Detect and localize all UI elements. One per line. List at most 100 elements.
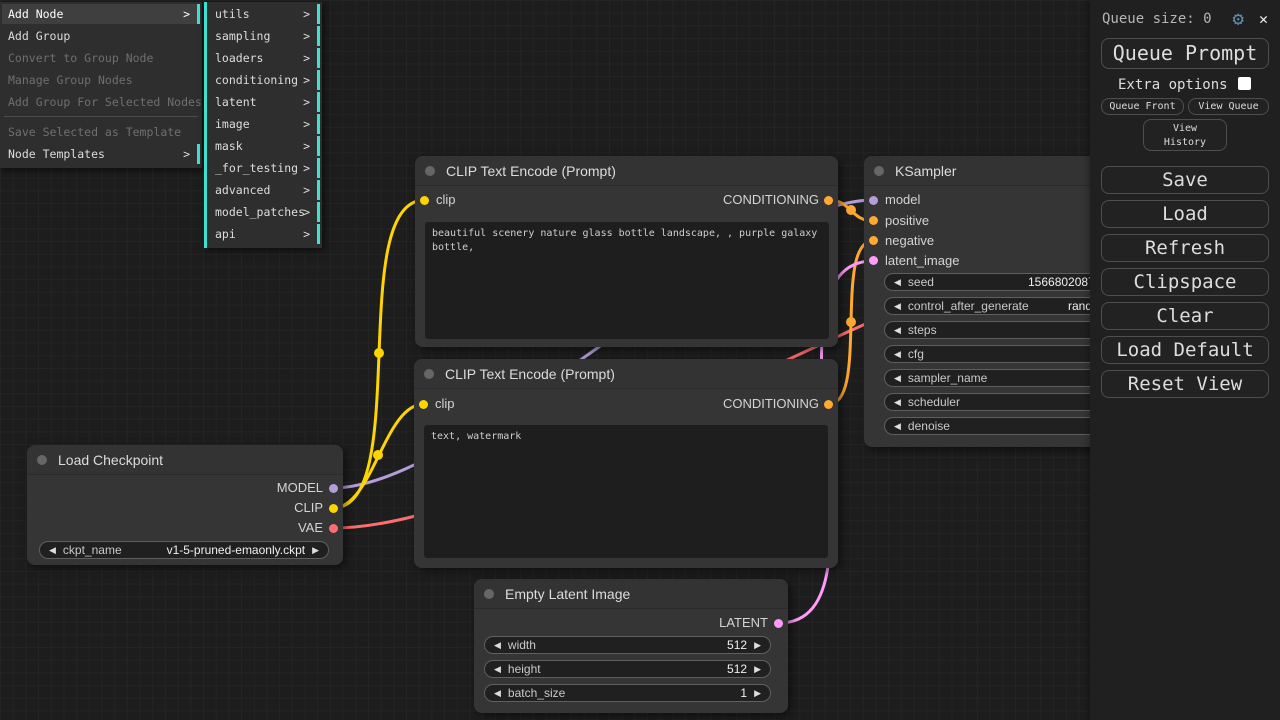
refresh-button[interactable]: Refresh — [1101, 234, 1269, 262]
load-default-button[interactable]: Load Default — [1101, 336, 1269, 364]
widget-ckpt-name[interactable]: ◀ ckpt_name v1-5-pruned-emaonly.ckpt ▶ — [39, 541, 329, 559]
increment-arrow-icon[interactable]: ▶ — [754, 688, 761, 699]
menu-item-save-selected-as-template[interactable]: Save Selected as Template — [2, 122, 200, 142]
node-clip-text-encode-positive[interactable]: CLIP Text Encode (Prompt) clip CONDITION… — [415, 156, 838, 347]
decrement-arrow-icon[interactable]: ◀ — [894, 325, 901, 336]
node-load-checkpoint[interactable]: Load Checkpoint MODEL CLIP VAE ◀ ckpt_na… — [27, 445, 343, 565]
submenu-arrow-icon: > — [303, 202, 310, 222]
node-clip-text-encode-negative[interactable]: CLIP Text Encode (Prompt) clip CONDITION… — [414, 359, 838, 568]
decrement-arrow-icon[interactable]: ◀ — [894, 301, 901, 312]
submenu-arrow-icon: > — [303, 114, 310, 134]
extra-options-label: Extra options — [1118, 77, 1228, 93]
decrement-arrow-icon[interactable]: ◀ — [894, 421, 901, 432]
decrement-arrow-icon[interactable]: ◀ — [894, 397, 901, 408]
widget-name: height — [508, 662, 541, 676]
decrement-arrow-icon[interactable]: ◀ — [494, 688, 501, 699]
node-empty-latent-image[interactable]: Empty Latent Image LATENT ◀ width 512 ▶ … — [474, 579, 788, 713]
widget-height[interactable]: ◀ height 512 ▶ — [484, 660, 771, 678]
comfy-menu-panel: Queue size: 0 ⚙ ✕ Queue Prompt Extra opt… — [1090, 0, 1280, 720]
submenu-item-advanced[interactable]: advanced > — [209, 180, 320, 200]
reset-view-button[interactable]: Reset View — [1101, 370, 1269, 398]
collapse-dot-icon[interactable] — [37, 455, 47, 465]
port-conditioning-output[interactable] — [824, 400, 833, 409]
menu-item-convert-to-group-node[interactable]: Convert to Group Node — [2, 48, 200, 68]
submenu-item-api[interactable]: api > — [209, 224, 320, 244]
close-icon[interactable]: ✕ — [1259, 10, 1268, 28]
output-label-clip: CLIP — [294, 501, 323, 515]
port-latent-image-input[interactable] — [869, 256, 878, 265]
port-positive-input[interactable] — [869, 216, 878, 225]
submenu-arrow-icon: > — [303, 26, 310, 46]
menu-item-label: conditioning — [215, 73, 298, 87]
widget-width[interactable]: ◀ width 512 ▶ — [484, 636, 771, 654]
node-title: CLIP Text Encode (Prompt) — [446, 163, 616, 179]
widget-name: scheduler — [908, 395, 960, 409]
collapse-dot-icon[interactable] — [424, 369, 434, 379]
port-negative-input[interactable] — [869, 236, 878, 245]
decrement-arrow-icon[interactable]: ◀ — [494, 664, 501, 675]
output-label-model: MODEL — [277, 481, 323, 495]
queue-prompt-button[interactable]: Queue Prompt — [1101, 38, 1269, 69]
decrement-arrow-icon[interactable]: ◀ — [894, 349, 901, 360]
submenu-item-for-testing[interactable]: _for_testing > — [209, 158, 320, 178]
clipspace-button[interactable]: Clipspace — [1101, 268, 1269, 296]
increment-arrow-icon[interactable]: ▶ — [312, 545, 319, 556]
widget-batch-size[interactable]: ◀ batch_size 1 ▶ — [484, 684, 771, 702]
submenu-item-utils[interactable]: utils > — [209, 4, 320, 24]
increment-arrow-icon[interactable]: ▶ — [754, 664, 761, 675]
submenu-item-model-patches[interactable]: model_patches > — [209, 202, 320, 222]
view-queue-button[interactable]: View Queue — [1188, 98, 1269, 115]
submenu-arrow-icon: > — [303, 224, 310, 244]
link-midpoint-dot — [373, 450, 383, 460]
submenu-item-mask[interactable]: mask > — [209, 136, 320, 156]
prompt-textarea[interactable]: text, watermark — [424, 425, 828, 558]
port-vae-output[interactable] — [329, 524, 338, 533]
comfyui-canvas[interactable]: CLIP Text Encode (Prompt) clip CONDITION… — [0, 0, 1280, 720]
submenu-item-loaders[interactable]: loaders > — [209, 48, 320, 68]
node-title-bar[interactable]: Load Checkpoint — [27, 445, 343, 475]
add-node-submenu: utils > sampling > loaders > conditionin… — [204, 2, 322, 248]
prompt-textarea[interactable]: beautiful scenery nature glass bottle la… — [425, 222, 829, 339]
node-title-bar[interactable]: CLIP Text Encode (Prompt) — [415, 156, 838, 186]
collapse-dot-icon[interactable] — [425, 166, 435, 176]
menu-item-add-group[interactable]: Add Group — [2, 26, 200, 46]
load-button[interactable]: Load — [1101, 200, 1269, 228]
menu-item-node-templates[interactable]: Node Templates > — [2, 144, 200, 164]
node-title-bar[interactable]: Empty Latent Image — [474, 579, 788, 609]
decrement-arrow-icon[interactable]: ◀ — [494, 640, 501, 651]
view-history-button[interactable]: View History — [1143, 119, 1227, 151]
port-conditioning-output[interactable] — [824, 196, 833, 205]
port-clip-input[interactable] — [419, 400, 428, 409]
settings-gear-icon[interactable]: ⚙ — [1233, 8, 1244, 30]
decrement-arrow-icon[interactable]: ◀ — [894, 373, 901, 384]
submenu-arrow-icon: > — [183, 144, 190, 164]
submenu-arrow-icon: > — [303, 4, 310, 24]
input-label-positive: positive — [885, 214, 929, 228]
decrement-arrow-icon[interactable]: ◀ — [49, 545, 56, 556]
save-button[interactable]: Save — [1101, 166, 1269, 194]
extra-options-checkbox[interactable] — [1238, 77, 1251, 90]
increment-arrow-icon[interactable]: ▶ — [754, 640, 761, 651]
port-latent-output[interactable] — [774, 619, 783, 628]
submenu-item-sampling[interactable]: sampling > — [209, 26, 320, 46]
menu-item-add-node[interactable]: Add Node > — [2, 4, 200, 24]
port-model-input[interactable] — [869, 196, 878, 205]
decrement-arrow-icon[interactable]: ◀ — [894, 277, 901, 288]
link-midpoint-dot — [374, 348, 384, 358]
menu-item-add-group-for-selected-nodes[interactable]: Add Group For Selected Nodes — [2, 92, 200, 112]
menu-item-manage-group-nodes[interactable]: Manage Group Nodes — [2, 70, 200, 90]
submenu-item-conditioning[interactable]: conditioning > — [209, 70, 320, 90]
queue-front-button[interactable]: Queue Front — [1101, 98, 1184, 115]
node-title: CLIP Text Encode (Prompt) — [445, 366, 615, 382]
submenu-item-latent[interactable]: latent > — [209, 92, 320, 112]
collapse-dot-icon[interactable] — [874, 166, 884, 176]
submenu-item-image[interactable]: image > — [209, 114, 320, 134]
port-model-output[interactable] — [329, 484, 338, 493]
widget-name: sampler_name — [908, 371, 987, 385]
node-title-bar[interactable]: CLIP Text Encode (Prompt) — [414, 359, 838, 389]
port-clip-input[interactable] — [420, 196, 429, 205]
port-clip-output[interactable] — [329, 504, 338, 513]
collapse-dot-icon[interactable] — [484, 589, 494, 599]
widget-value: 512 — [727, 638, 747, 652]
clear-button[interactable]: Clear — [1101, 302, 1269, 330]
